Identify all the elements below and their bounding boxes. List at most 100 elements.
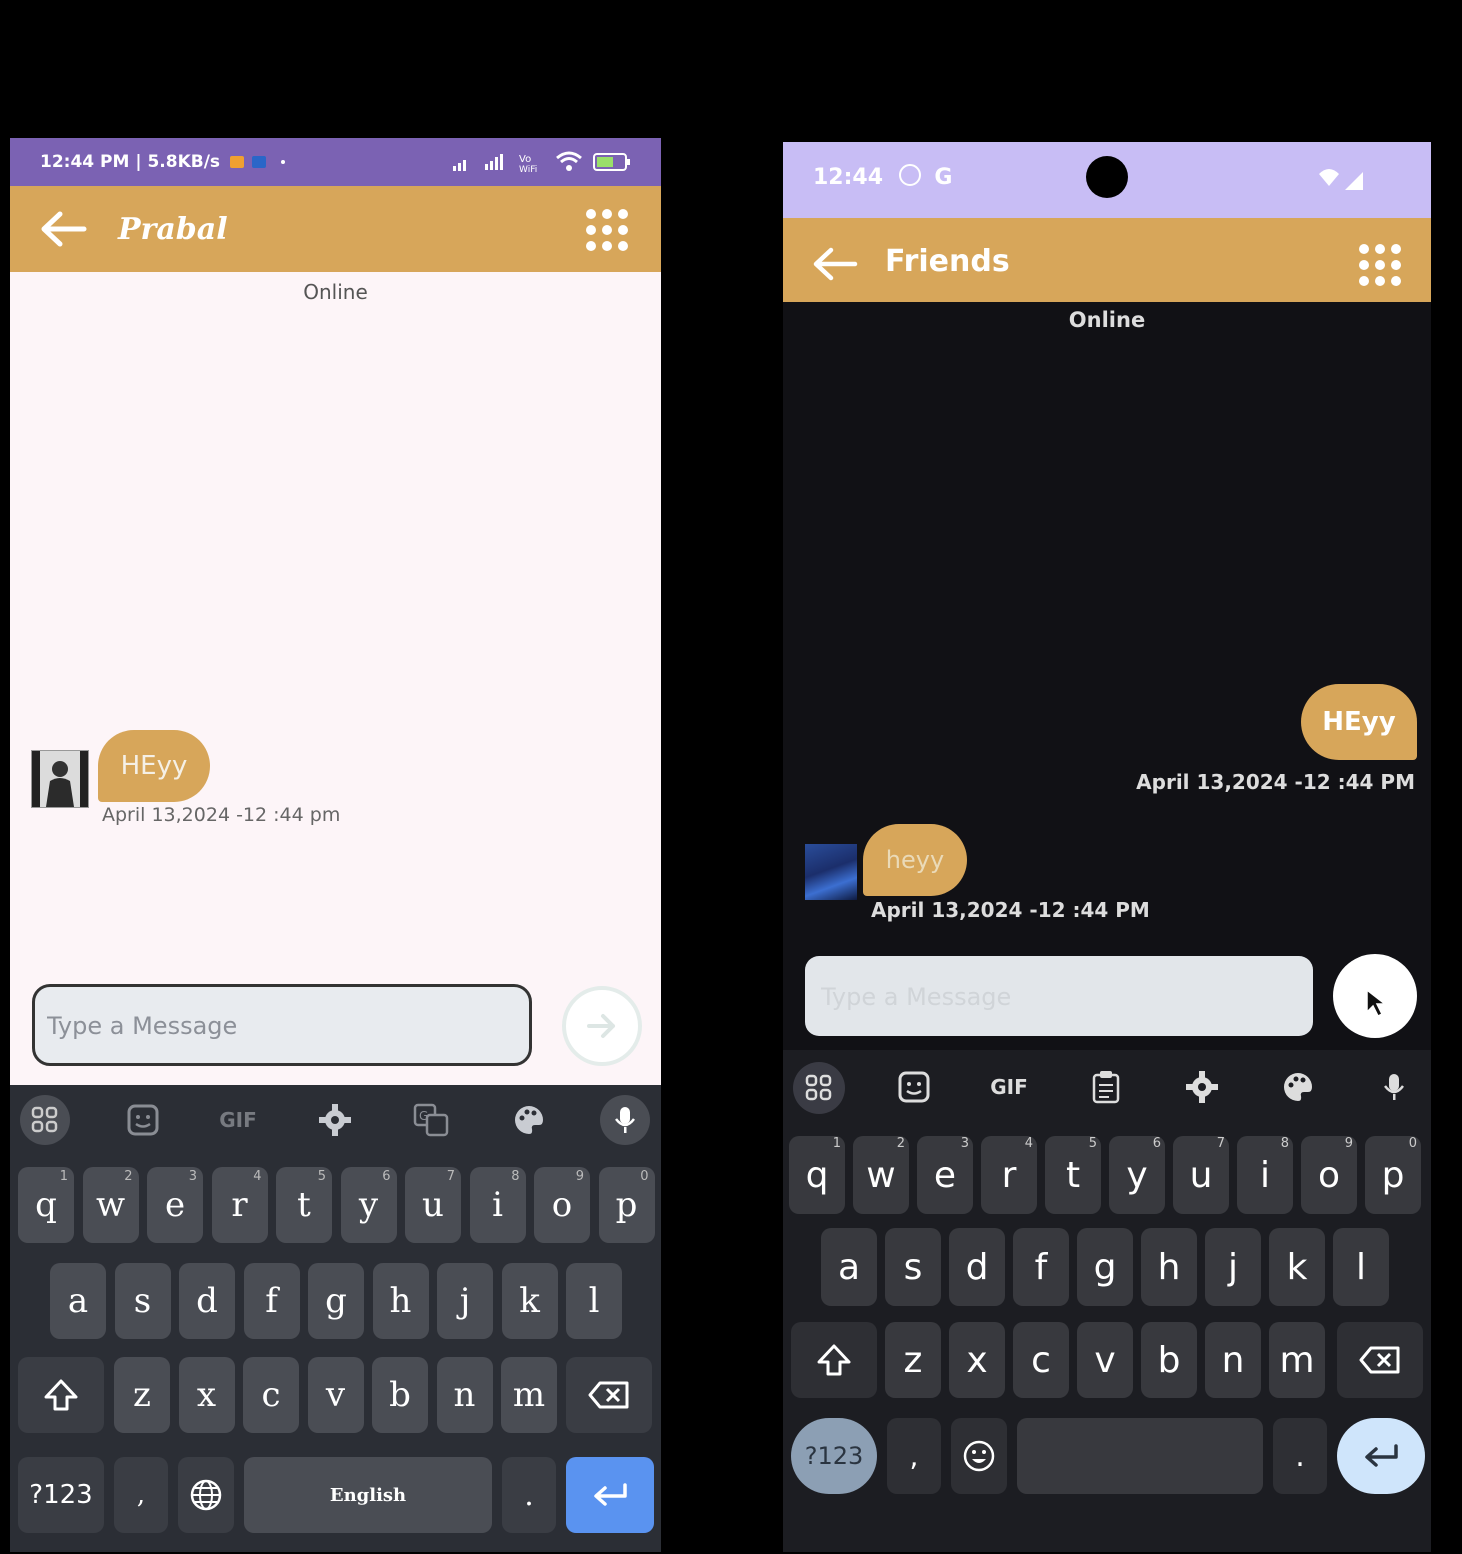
period-key[interactable]: . [502, 1457, 556, 1533]
key-k[interactable]: k [1269, 1228, 1325, 1306]
key-z[interactable]: z [114, 1357, 170, 1433]
apps-icon[interactable] [793, 1062, 845, 1114]
settings-icon[interactable] [1179, 1064, 1225, 1110]
key-x[interactable]: x [178, 1357, 235, 1433]
key-x[interactable]: x [949, 1322, 1005, 1398]
key-j[interactable]: j [437, 1263, 493, 1339]
key-g[interactable]: g [308, 1263, 364, 1339]
key-u[interactable]: u7 [1173, 1136, 1229, 1214]
space-bar[interactable] [1017, 1418, 1263, 1494]
signal-icon-2 [485, 154, 503, 170]
key-l[interactable]: l [566, 1263, 622, 1339]
grid-menu-icon[interactable] [583, 206, 631, 254]
key-q[interactable]: q1 [789, 1136, 845, 1214]
settings-icon[interactable] [312, 1097, 358, 1143]
key-w[interactable]: w2 [853, 1136, 909, 1214]
message-bubble-received[interactable]: heyy [863, 824, 967, 896]
key-v[interactable]: v [307, 1357, 364, 1433]
avatar[interactable] [805, 844, 857, 900]
shift-key[interactable] [791, 1322, 877, 1398]
sticker-icon[interactable] [891, 1064, 937, 1110]
clipboard-icon[interactable] [1083, 1064, 1129, 1110]
key-f[interactable]: f [243, 1263, 300, 1339]
apps-icon[interactable] [20, 1095, 70, 1145]
backspace-key[interactable] [566, 1357, 652, 1433]
key-h[interactable]: h [1141, 1228, 1197, 1306]
key-b[interactable]: b [372, 1357, 428, 1433]
space-bar[interactable]: English [244, 1457, 492, 1533]
key-c[interactable]: c [1013, 1322, 1069, 1398]
gif-button[interactable]: GIF [210, 1097, 266, 1143]
key-e[interactable]: e3 [917, 1136, 973, 1214]
period-key[interactable]: . [1273, 1418, 1327, 1494]
key-s[interactable]: s [114, 1263, 171, 1339]
key-j[interactable]: j [1205, 1228, 1261, 1306]
key-i[interactable]: i8 [1237, 1136, 1293, 1214]
mic-icon[interactable] [1371, 1064, 1417, 1110]
comma-key[interactable]: , [114, 1457, 168, 1533]
key-b[interactable]: b [1141, 1322, 1197, 1398]
emoji-key[interactable] [951, 1418, 1007, 1494]
key-t[interactable]: t5 [276, 1167, 332, 1243]
sticker-icon[interactable] [120, 1097, 166, 1143]
key-v[interactable]: v [1077, 1322, 1133, 1398]
message-input[interactable] [45, 987, 519, 1065]
key-l[interactable]: l [1333, 1228, 1389, 1306]
key-h[interactable]: h [372, 1263, 429, 1339]
key-g[interactable]: g [1077, 1228, 1133, 1306]
backspace-key[interactable] [1337, 1322, 1423, 1398]
key-i[interactable]: i8 [469, 1167, 526, 1243]
key-a[interactable]: a [50, 1263, 106, 1339]
key-o[interactable]: o9 [1301, 1136, 1357, 1214]
comma-key[interactable]: , [887, 1418, 941, 1494]
key-k[interactable]: k [501, 1263, 558, 1339]
key-label: l [588, 1281, 600, 1321]
shift-key[interactable] [18, 1357, 104, 1433]
key-p[interactable]: p0 [1365, 1136, 1421, 1214]
enter-key[interactable] [566, 1457, 654, 1533]
translate-icon[interactable]: G [408, 1097, 454, 1143]
gif-button[interactable]: GIF [981, 1064, 1037, 1110]
key-label: m [512, 1375, 546, 1415]
key-d[interactable]: d [179, 1263, 235, 1339]
key-d[interactable]: d [949, 1228, 1005, 1306]
key-m[interactable]: m [1269, 1322, 1325, 1398]
grid-menu-icon[interactable] [1357, 242, 1403, 288]
key-n[interactable]: n [1205, 1322, 1261, 1398]
key-r[interactable]: r4 [211, 1167, 268, 1243]
key-s[interactable]: s [885, 1228, 941, 1306]
back-arrow-icon[interactable] [811, 242, 859, 286]
avatar[interactable] [31, 750, 89, 808]
key-f[interactable]: f [1013, 1228, 1069, 1306]
send-button[interactable] [1333, 954, 1417, 1038]
key-z[interactable]: z [885, 1322, 941, 1398]
message-bubble-sent[interactable]: HEyy [1301, 684, 1417, 760]
key-label: x [966, 1339, 988, 1381]
symbols-key[interactable]: ?123 [791, 1418, 877, 1494]
message-bubble-received[interactable]: HEyy [98, 730, 210, 802]
symbols-key[interactable]: ?123 [18, 1457, 104, 1533]
key-a[interactable]: a [821, 1228, 877, 1306]
key-t[interactable]: t5 [1045, 1136, 1101, 1214]
key-q[interactable]: q1 [18, 1167, 74, 1243]
key-c[interactable]: c [243, 1357, 299, 1433]
key-w[interactable]: w2 [82, 1167, 139, 1243]
key-y[interactable]: y6 [340, 1167, 397, 1243]
palette-icon[interactable] [506, 1097, 552, 1143]
send-button[interactable] [562, 986, 642, 1066]
globe-key[interactable] [178, 1457, 234, 1533]
key-o[interactable]: o9 [534, 1167, 590, 1243]
key-label: q [35, 1185, 57, 1225]
back-arrow-icon[interactable] [38, 206, 90, 252]
key-n[interactable]: n [436, 1357, 493, 1433]
key-m[interactable]: m [501, 1357, 557, 1433]
enter-key[interactable] [1337, 1418, 1425, 1494]
message-input[interactable] [819, 956, 1303, 1038]
mic-icon[interactable] [600, 1095, 650, 1145]
palette-icon[interactable] [1275, 1064, 1321, 1110]
key-r[interactable]: r4 [981, 1136, 1037, 1214]
key-y[interactable]: y6 [1109, 1136, 1165, 1214]
key-p[interactable]: p0 [598, 1167, 655, 1243]
key-e[interactable]: e3 [147, 1167, 203, 1243]
key-u[interactable]: u7 [405, 1167, 461, 1243]
